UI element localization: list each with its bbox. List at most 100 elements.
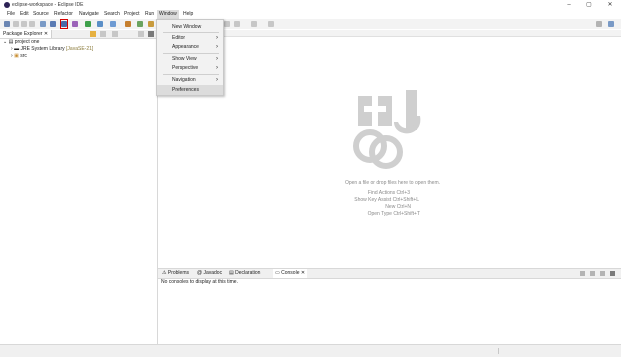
appearance-label: Appearance	[172, 44, 199, 50]
forward-icon[interactable]	[234, 21, 240, 27]
editor-hint-open-type: Open Type Ctrl+Shift+T	[367, 211, 420, 217]
title-bar: eclipse-workspace - Eclipse IDE – ▢ ✕	[0, 0, 621, 10]
open-console-icon[interactable]	[580, 271, 585, 276]
coverage-icon[interactable]	[97, 21, 103, 27]
search-icon[interactable]	[137, 21, 143, 27]
link-editor-icon[interactable]	[90, 31, 96, 37]
tab-declaration-label: Declaration	[235, 270, 261, 276]
window-menu-dropdown: New Window Editor › Appearance › Show Vi…	[156, 19, 224, 96]
back-icon[interactable]	[224, 21, 230, 27]
close-button[interactable]: ✕	[603, 1, 617, 9]
terminal-icon[interactable]	[40, 21, 46, 27]
perspective-label: Perspective	[172, 65, 199, 71]
main-toolbar	[0, 19, 621, 29]
open-type-icon[interactable]	[125, 21, 131, 27]
restore-button[interactable]: ▢	[582, 1, 596, 9]
chevron-right-icon: ›	[216, 44, 218, 50]
window-title: eclipse-workspace - Eclipse IDE	[12, 2, 84, 8]
collapse-chevron-icon[interactable]: ›	[11, 53, 13, 59]
highlight-box	[60, 19, 68, 29]
package-explorer-tab-label: Package Explorer	[3, 31, 43, 37]
tree-src-row[interactable]: › ▣ src	[11, 53, 27, 60]
menu-item-perspective[interactable]: Perspective ›	[157, 63, 223, 73]
console-message: No consoles to display at this time.	[161, 279, 238, 285]
menu-item-appearance[interactable]: Appearance ›	[157, 42, 223, 52]
expand-chevron-icon[interactable]: ⌄	[3, 39, 7, 45]
project-icon: ▤	[8, 39, 14, 45]
tree-project-row[interactable]: ⌄ ▤ project one	[3, 39, 39, 46]
menu-refactor[interactable]: Refactor	[54, 10, 73, 19]
menu-item-preferences[interactable]: Preferences	[157, 85, 223, 95]
jre-label: JRE System Library	[20, 46, 65, 52]
tab-problems-label: Problems	[167, 270, 189, 276]
debug-icon[interactable]	[72, 21, 78, 27]
tab-console[interactable]: ▭ Console ✕	[273, 269, 308, 278]
eclipse-app-icon	[4, 2, 10, 8]
menu-file[interactable]: File	[7, 10, 15, 19]
package-explorer-panel: Package Explorer ✕ ⌄ ▤ project one › ▬ J…	[0, 30, 158, 344]
library-icon: ▬	[14, 46, 20, 52]
project-label: project one	[14, 39, 40, 45]
next-edit-icon[interactable]	[268, 21, 274, 27]
console-tabbar: ⚠ Problems @ Javadoc ▤ Declaration ▭ Con…	[158, 269, 621, 279]
package-explorer-tabbar: Package Explorer ✕	[0, 30, 157, 39]
menu-project[interactable]: Project	[124, 10, 140, 19]
pin-icon[interactable]	[251, 21, 257, 27]
menu-bar: File Edit Source Refactor Navigate Searc…	[0, 10, 621, 19]
menu-help[interactable]: Help	[183, 10, 193, 19]
menu-search[interactable]: Search	[104, 10, 120, 19]
new-window-label: New Window	[172, 24, 202, 30]
chevron-right-icon: ›	[216, 65, 218, 71]
tab-javadoc-label: Javadoc	[203, 270, 223, 276]
minimize-view-icon[interactable]	[138, 31, 144, 37]
menu-window[interactable]: Window	[157, 10, 179, 19]
eclipse-logo	[353, 90, 421, 169]
maximize-console-icon[interactable]	[610, 271, 615, 276]
minimize-button[interactable]: –	[562, 1, 576, 9]
display-console-icon[interactable]	[590, 271, 595, 276]
javadoc-icon: @	[197, 270, 203, 276]
editor-area: Open a file or drop files here to open t…	[158, 30, 621, 268]
tree-jre-row[interactable]: › ▬ JRE System Library [JavaSE-21]	[11, 46, 93, 53]
filter-icon[interactable]	[112, 31, 118, 37]
collapse-chevron-icon[interactable]: ›	[11, 46, 13, 52]
tab-declaration[interactable]: ▤ Declaration	[229, 269, 260, 278]
new-java-icon[interactable]	[110, 21, 116, 27]
tab-console-label: Console	[281, 270, 300, 276]
editor-hint-open: Open a file or drop files here to open t…	[344, 180, 440, 186]
save-all-icon[interactable]	[21, 21, 27, 27]
collapse-all-icon[interactable]	[100, 31, 106, 37]
menu-item-navigation[interactable]: Navigation ›	[157, 75, 223, 85]
menu-navigate[interactable]: Navigate	[79, 10, 99, 19]
menu-source[interactable]: Source	[33, 10, 49, 19]
close-tab-icon[interactable]: ✕	[301, 270, 305, 276]
close-tab-icon[interactable]: ✕	[44, 31, 48, 37]
view-menu-icon[interactable]	[600, 271, 605, 276]
console-icon[interactable]	[50, 21, 56, 27]
editor-hint-key-assist: Show Key Assist Ctrl+Shift+L	[354, 197, 419, 203]
preferences-label: Preferences	[172, 87, 199, 93]
editor-tabbar	[158, 30, 621, 37]
editor-hint-new: New Ctrl+N	[385, 204, 411, 210]
new-icon[interactable]	[4, 21, 10, 27]
menu-item-new-window[interactable]: New Window	[157, 22, 223, 32]
jre-version: [JavaSE-21]	[66, 46, 94, 52]
tab-problems[interactable]: ⚠ Problems	[162, 269, 189, 278]
maximize-view-icon[interactable]	[148, 31, 154, 37]
tab-javadoc[interactable]: @ Javadoc	[197, 269, 222, 278]
declaration-icon: ▤	[229, 270, 234, 276]
annotation-icon[interactable]	[148, 21, 154, 27]
status-bar	[0, 344, 621, 357]
console-icon: ▭	[275, 270, 280, 276]
navigation-label: Navigation	[172, 77, 196, 83]
editor-hint-find-actions: Find Actions Ctrl+3	[367, 190, 410, 196]
tab-package-explorer[interactable]: Package Explorer ✕	[0, 30, 53, 38]
print-icon[interactable]	[29, 21, 35, 27]
run-icon[interactable]	[85, 21, 91, 27]
menu-run[interactable]: Run	[145, 10, 154, 19]
search-toolbar-icon[interactable]	[596, 21, 602, 27]
perspective-icon[interactable]	[608, 21, 614, 27]
save-icon[interactable]	[13, 21, 19, 27]
menu-edit[interactable]: Edit	[20, 10, 29, 19]
src-label: src	[20, 53, 27, 59]
